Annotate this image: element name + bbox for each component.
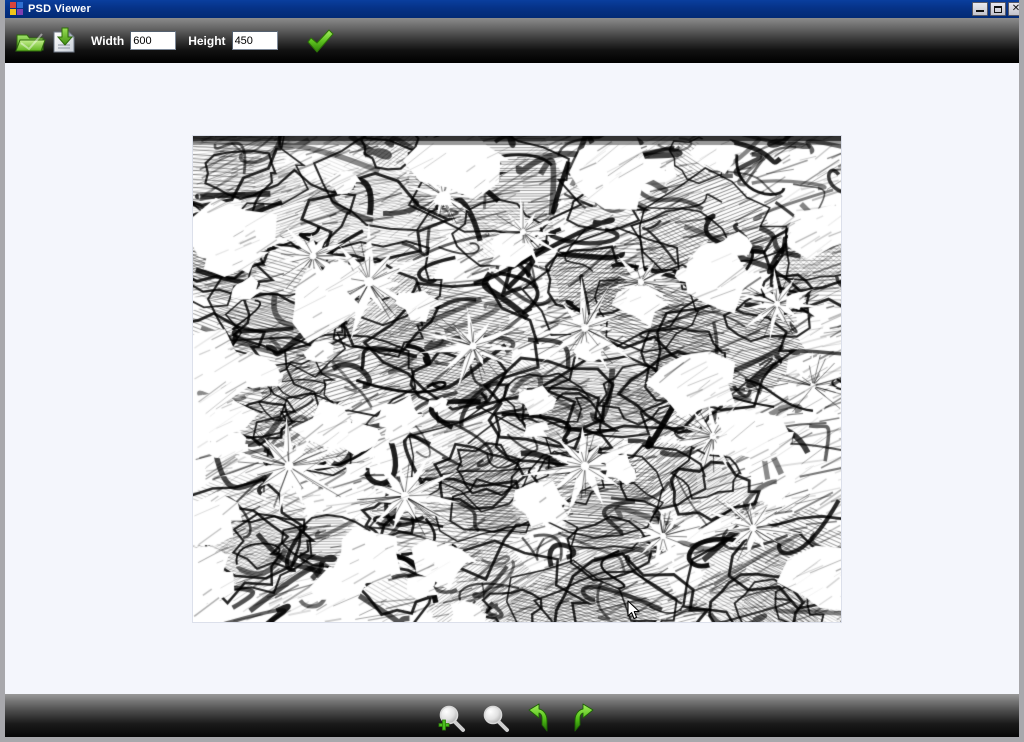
- width-input[interactable]: [130, 31, 177, 50]
- magnifier-icon[interactable]: [478, 701, 512, 735]
- psd-image[interactable]: [193, 136, 841, 622]
- bottom-toolbar: [5, 694, 1019, 737]
- window-controls: ✕: [972, 2, 1021, 16]
- water-lilies-pencil-sketch: [193, 136, 841, 622]
- close-button[interactable]: ✕: [1008, 2, 1021, 16]
- magnifier-plus-icon[interactable]: [434, 701, 468, 735]
- height-label: Height: [188, 33, 226, 48]
- minimize-button[interactable]: [972, 2, 988, 16]
- width-label: Width: [91, 33, 125, 48]
- top-toolbar: Width Height: [5, 18, 1019, 63]
- title-bar[interactable]: PSD Viewer ✕: [5, 0, 1021, 18]
- app-window: PSD Viewer ✕ Width 600 Height 450: [0, 0, 1024, 742]
- save-document-icon[interactable]: [47, 25, 79, 57]
- window-title: PSD Viewer: [28, 3, 91, 15]
- psd-app-icon: [10, 2, 24, 16]
- height-input[interactable]: [231, 31, 278, 50]
- green-arrow-rotate-left-icon[interactable]: [522, 701, 556, 735]
- green-checkmark-icon[interactable]: [304, 25, 336, 57]
- image-viewport[interactable]: [10, 63, 1019, 694]
- restore-button[interactable]: [990, 2, 1006, 16]
- open-folder-icon[interactable]: [15, 25, 47, 57]
- green-arrow-rotate-right-icon[interactable]: [566, 701, 600, 735]
- close-icon: ✕: [1011, 3, 1021, 14]
